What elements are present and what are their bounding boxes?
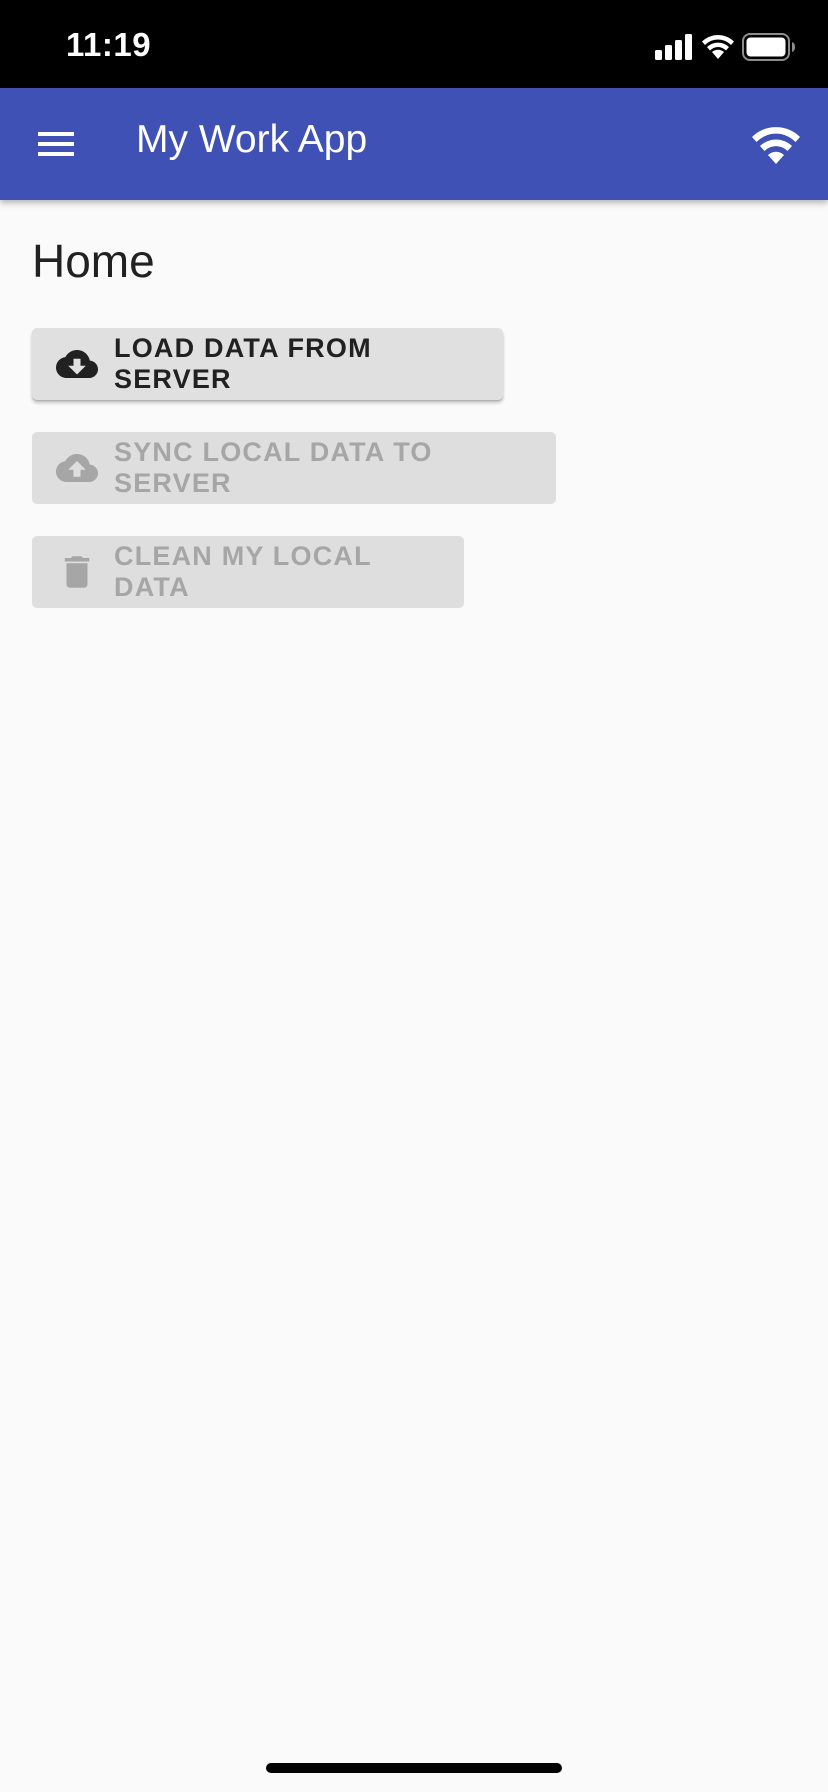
clean-data-button-label: CLEAN MY LOCAL DATA: [114, 541, 372, 602]
app-screen: 11:19 My Work App Home LOAD DATA FROM SE…: [0, 0, 828, 1792]
cloud-download-icon: [56, 350, 98, 378]
sync-data-button-label: SYNC LOCAL DATA TO SERVER: [114, 437, 433, 498]
app-title: My Work App: [136, 118, 368, 161]
cloud-upload-icon: [56, 454, 98, 482]
status-time: 11:19: [66, 26, 152, 63]
sync-data-button[interactable]: SYNC LOCAL DATA TO SERVER: [32, 432, 556, 504]
trash-icon: [64, 556, 90, 588]
menu-button[interactable]: [22, 116, 78, 172]
load-data-button-label: LOAD DATA FROM SERVER: [114, 333, 372, 394]
clean-data-button[interactable]: CLEAN MY LOCAL DATA: [32, 536, 464, 608]
app-bar: My Work App: [0, 88, 828, 200]
battery-icon: [742, 33, 795, 61]
home-indicator: [266, 1763, 562, 1773]
hamburger-menu-icon: [38, 132, 74, 156]
status-icons: [655, 33, 795, 64]
cellular-signal-icon: [655, 34, 692, 60]
wifi-icon: [752, 127, 800, 164]
status-wifi-icon: [702, 35, 734, 59]
page-title: Home: [32, 235, 155, 287]
load-data-button[interactable]: LOAD DATA FROM SERVER: [32, 328, 503, 400]
wifi-button[interactable]: [746, 114, 806, 174]
status-bar: 11:19: [0, 0, 828, 88]
